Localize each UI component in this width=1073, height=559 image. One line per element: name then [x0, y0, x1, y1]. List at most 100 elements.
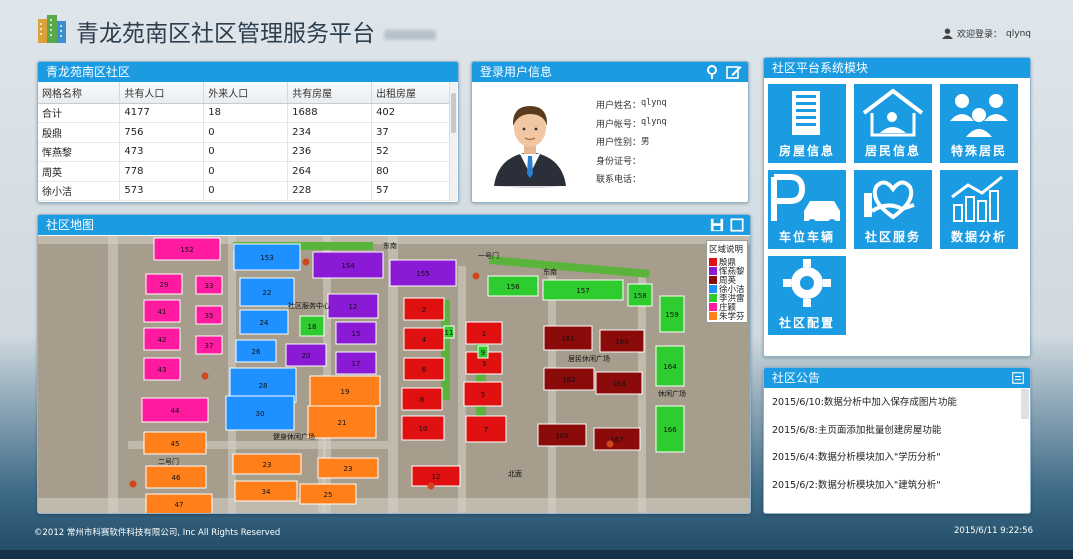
table-row[interactable]: 徐小洁 573 0 228 57: [38, 181, 450, 201]
login-label: 欢迎登录：: [957, 30, 1003, 40]
module-tile[interactable]: 社区服务: [854, 170, 932, 249]
table-cell: 4177: [119, 103, 205, 123]
user-field-label: 用户帐号：: [596, 119, 642, 130]
building-number: 17: [352, 360, 361, 368]
building-number: 10: [419, 425, 428, 433]
app-subtitle-blurred: [384, 30, 436, 40]
poi-marker[interactable]: [606, 440, 614, 448]
save-icon[interactable]: [710, 218, 724, 232]
building-number: 19: [341, 388, 350, 396]
map-panel: 社区地图 152 153 154 155 156 157 158 159 29 33 41 35 42 3…: [37, 214, 751, 514]
maximize-icon[interactable]: [730, 218, 744, 232]
notice-item[interactable]: 2015/6/2:数据分析模块加入"建筑分析": [772, 477, 1022, 505]
table-cell: 0: [203, 161, 289, 182]
table-cell: 228: [287, 181, 373, 201]
building-number: 164: [663, 363, 677, 371]
building-number: 35: [205, 312, 214, 320]
table-cell: 周英: [38, 161, 121, 182]
legend-swatch: [709, 293, 717, 302]
pin-icon[interactable]: [704, 64, 720, 80]
table-row[interactable]: 合计 4177 18 1688 402: [38, 103, 450, 123]
poi-marker[interactable]: [129, 480, 137, 488]
module-tile[interactable]: 社区配置: [768, 256, 846, 335]
column-header[interactable]: 外来人口: [203, 82, 289, 104]
legend-swatch: [709, 284, 717, 293]
table-scrollbar[interactable]: [449, 83, 457, 201]
building-number: 23: [344, 465, 353, 473]
table-cell: 1688: [287, 103, 373, 123]
map-canvas[interactable]: 152153154155156 15715815929 3341 3542374344…: [38, 236, 750, 513]
poi-marker[interactable]: [201, 372, 209, 380]
notice-scrollbar[interactable]: [1021, 389, 1029, 419]
list-icon[interactable]: [1012, 372, 1024, 384]
module-tile[interactable]: 车位车辆: [768, 170, 846, 249]
poi-marker[interactable]: [302, 258, 310, 266]
module-tile[interactable]: 特殊居民: [940, 84, 1018, 163]
user-field-label: 用户性别：: [596, 138, 642, 148]
road: [38, 498, 750, 513]
building-number: 162: [562, 376, 575, 384]
map-landmark: 休闲广场: [658, 389, 686, 398]
column-header[interactable]: 共有人口: [119, 82, 205, 104]
poi-marker[interactable]: [427, 482, 435, 490]
login-username[interactable]: qlynq: [1006, 29, 1031, 39]
notice-item[interactable]: 2015/6/8:主页面添加批量创建房屋功能: [772, 422, 1022, 450]
legend-swatch: [709, 266, 717, 275]
building-number: 155: [416, 270, 429, 278]
building-number: 23: [263, 461, 272, 469]
column-header[interactable]: 网格名称: [38, 82, 121, 104]
building-number: 7: [484, 426, 488, 434]
stats-table: 网格名称 共有人口 外来人口 共有房屋 出租房屋 合计 4177 18 1688 402 殷鼎 75…: [38, 82, 450, 201]
module-tile[interactable]: 居民信息: [854, 84, 932, 163]
building-number: 18: [308, 323, 317, 331]
building-number: 163: [612, 380, 625, 388]
building-number: 43: [158, 366, 167, 374]
community-map[interactable]: 152 153 154 155 156 157 158 159 29 33 41 35 42 37 43 44…: [38, 236, 750, 513]
table-cell: 236: [287, 142, 373, 162]
building-number: 25: [324, 491, 333, 499]
table-cell: 0: [203, 181, 289, 201]
building-number: 5: [481, 391, 485, 399]
building-number: 41: [158, 308, 167, 316]
datetime: 2015/6/11 9:22:56: [953, 526, 1033, 536]
table-row[interactable]: 恽燕黎 473 0 236 52: [38, 142, 450, 162]
module-tile[interactable]: 房屋信息: [768, 84, 846, 163]
user-field-value: qlynq: [641, 98, 667, 108]
module-tile-label: 社区服务: [864, 230, 921, 244]
map-landmark: 东南: [543, 267, 557, 276]
building-number: 9: [481, 349, 485, 357]
legend-swatch: [709, 302, 717, 311]
table-row[interactable]: 周英 778 0 264 80: [38, 161, 450, 182]
map-landmark: 社区服务中心: [288, 301, 330, 310]
building-number: 161: [561, 335, 574, 343]
notice-item[interactable]: 2015/6/4:数据分析模块加入"学历分析": [772, 449, 1022, 477]
map-landmark: 健身休闲广场: [273, 432, 315, 441]
edit-icon[interactable]: [726, 64, 742, 80]
building-number: 6: [422, 366, 427, 374]
building-number: 12: [349, 303, 358, 311]
avatar: [494, 106, 566, 188]
building-number: 8: [420, 396, 424, 404]
poi-marker[interactable]: [472, 272, 480, 280]
table-cell: 0: [203, 142, 289, 162]
building-number: 1: [482, 330, 486, 338]
map-landmark: 居民休闲广场: [568, 354, 610, 363]
module-tile[interactable]: 数据分析: [940, 170, 1018, 249]
notices-panel: 社区公告 2015/6/10:数据分析中加入保存成图片功能 2015/6/8:主页…: [763, 367, 1031, 514]
module-tile-label: 数据分析: [950, 230, 1007, 244]
building-number: 20: [302, 352, 311, 360]
notice-item[interactable]: 2015/6/10:数据分析中加入保存成图片功能: [772, 394, 1022, 422]
table-cell: 57: [371, 181, 450, 201]
column-header[interactable]: 共有房屋: [287, 82, 373, 104]
table-cell: 234: [287, 122, 373, 143]
module-tile-label: 特殊居民: [950, 144, 1007, 158]
building-number: 166: [663, 426, 677, 434]
panel-title: 社区公告: [772, 371, 821, 385]
module-tile-label: 房屋信息: [778, 144, 835, 158]
column-header[interactable]: 出租房屋: [371, 82, 450, 104]
road: [548, 276, 556, 513]
legend-swatch: [709, 275, 717, 284]
table-row[interactable]: 殷鼎 756 0 234 37: [38, 122, 450, 143]
building-number: 4: [422, 336, 427, 344]
user-field-value: qlynq: [641, 116, 667, 127]
